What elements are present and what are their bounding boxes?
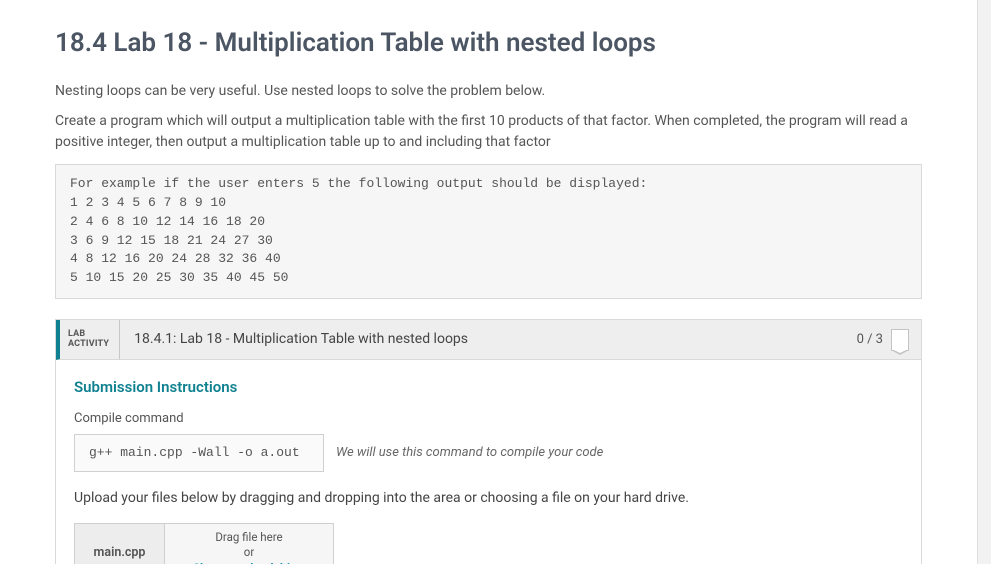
lab-activity-card: LAB ACTIVITY 18.4.1: Lab 18 - Multiplica… (55, 319, 922, 564)
intro-paragraph-1: Nesting loops can be very useful. Use ne… (55, 81, 922, 103)
compile-command-label: Compile command (74, 409, 903, 429)
activity-title: 18.4.1: Lab 18 - Multiplication Table wi… (120, 320, 844, 359)
upload-instructions: Upload your files below by dragging and … (74, 488, 903, 509)
upload-filename: main.cpp (75, 524, 165, 564)
activity-header[interactable]: LAB ACTIVITY 18.4.1: Lab 18 - Multiplica… (56, 320, 921, 360)
page-title: 18.4 Lab 18 - Multiplication Table with … (55, 24, 922, 63)
right-side-strip (977, 0, 991, 564)
score-text: 0 / 3 (857, 330, 883, 350)
compile-command-box: g++ main.cpp -Wall -o a.out (74, 434, 324, 472)
compile-command-note: We will use this command to compile your… (336, 443, 603, 463)
intro-paragraph-2: Create a program which will output a mul… (55, 111, 922, 154)
activity-tag-line2: ACTIVITY (68, 340, 109, 350)
activity-body: Submission Instructions Compile command … (56, 360, 921, 564)
submission-heading: Submission Instructions (74, 376, 903, 399)
expand-chevron-icon[interactable] (891, 329, 909, 351)
activity-tag: LAB ACTIVITY (60, 320, 120, 359)
choose-file-link[interactable]: Choose on hard drive. (173, 561, 325, 564)
example-output-block: For example if the user enters 5 the fol… (55, 164, 922, 299)
file-upload-zone[interactable]: main.cpp Drag file here or Choose on har… (74, 523, 334, 564)
drag-file-text: Drag file here (173, 530, 325, 546)
intro-section: Nesting loops can be very useful. Use ne… (55, 81, 922, 154)
upload-actions[interactable]: Drag file here or Choose on hard drive. (165, 524, 333, 564)
activity-score: 0 / 3 (845, 320, 921, 359)
or-text: or (173, 545, 325, 561)
